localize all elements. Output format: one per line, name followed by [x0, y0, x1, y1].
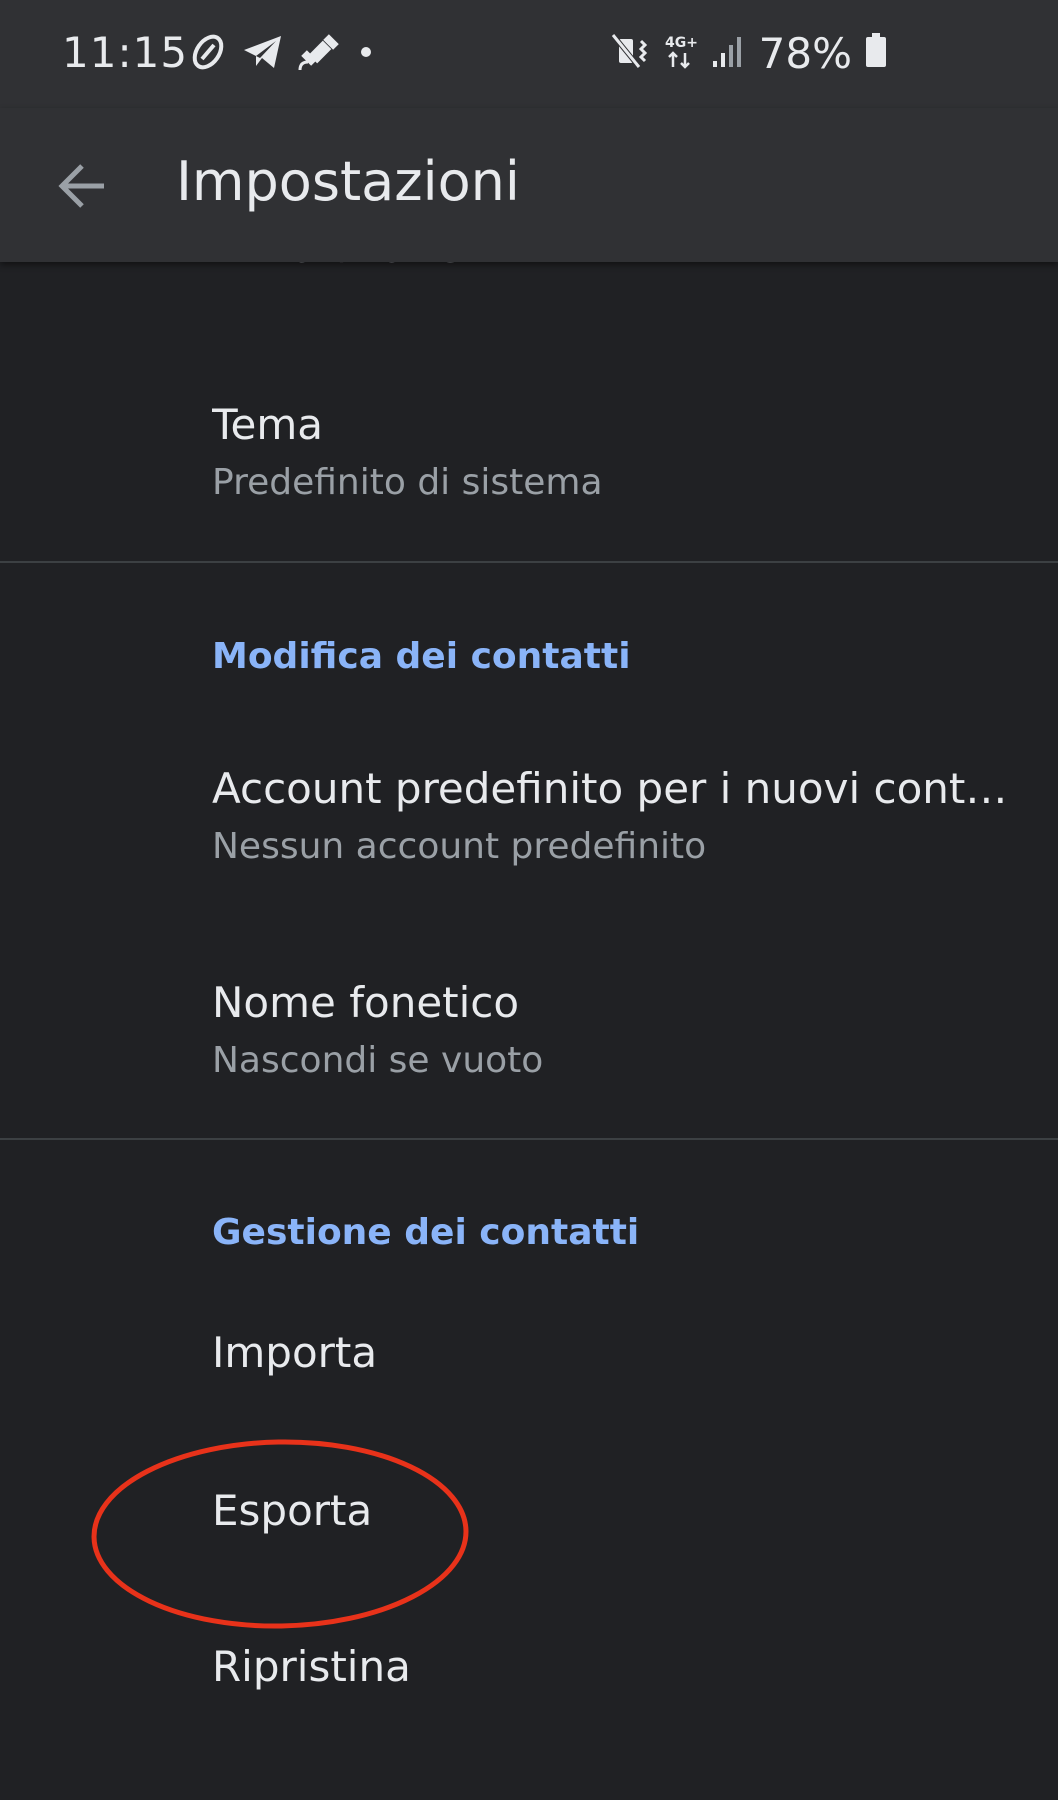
divider — [0, 561, 1058, 563]
pref-summary: Predefinito di sistema — [212, 462, 603, 503]
mute-vibrate-icon — [609, 31, 651, 75]
battery-percentage: 78% — [758, 28, 852, 78]
settings-list[interactable]: Prima il nome Tema Predefinito di sistem… — [0, 262, 1058, 1800]
status-time: 11:15 — [62, 28, 189, 77]
arrow-back-icon — [56, 160, 108, 216]
system-icons: 4G+ 78% — [609, 28, 888, 78]
pref-title: Esporta — [212, 1486, 373, 1535]
section-header-edit: Modifica dei contatti — [212, 636, 631, 677]
pref-summary: Nessun account predefinito — [212, 826, 707, 867]
pref-title: Ripristina — [212, 1642, 411, 1691]
divider — [0, 1138, 1058, 1140]
pref-summary: Prima il nome — [212, 262, 460, 271]
section-header-manage: Gestione dei contatti — [212, 1212, 640, 1253]
pref-title: Nome fonetico — [212, 978, 520, 1027]
satellite-icon — [298, 32, 342, 76]
pref-title: Importa — [212, 1328, 378, 1377]
pref-item-restore[interactable]: Ripristina — [0, 1626, 1058, 1756]
link-icon — [188, 32, 228, 76]
pref-title: Account predefinito per i nuovi conta.. — [212, 764, 1012, 813]
dot-icon — [356, 32, 376, 76]
app-bar: Impostazioni — [0, 108, 1058, 262]
pref-item-export[interactable]: Esporta — [0, 1470, 1058, 1600]
pref-item-default-account[interactable]: Account predefinito per i nuovi conta.. … — [0, 744, 1058, 914]
svg-text:4G+: 4G+ — [665, 35, 698, 51]
back-button[interactable] — [46, 152, 118, 224]
pref-item-import[interactable]: Importa — [0, 1312, 1058, 1442]
page-title: Impostazioni — [176, 150, 520, 213]
pref-item-phonetic-name[interactable]: Nome fonetico Nascondi se vuoto — [0, 958, 1058, 1118]
status-bar: 11:15 4G+ 78% — [0, 0, 1058, 108]
signal-icon — [711, 31, 747, 75]
notification-icons — [188, 32, 376, 76]
pref-summary: Nascondi se vuoto — [212, 1040, 544, 1081]
pref-item-theme[interactable]: Tema Predefinito di sistema — [0, 382, 1058, 542]
pref-title: Tema — [212, 400, 324, 449]
battery-icon — [864, 31, 888, 75]
network-4g-icon: 4G+ — [663, 31, 699, 75]
telegram-icon — [242, 32, 284, 76]
pref-item-name-order[interactable]: Prima il nome — [0, 262, 1058, 302]
